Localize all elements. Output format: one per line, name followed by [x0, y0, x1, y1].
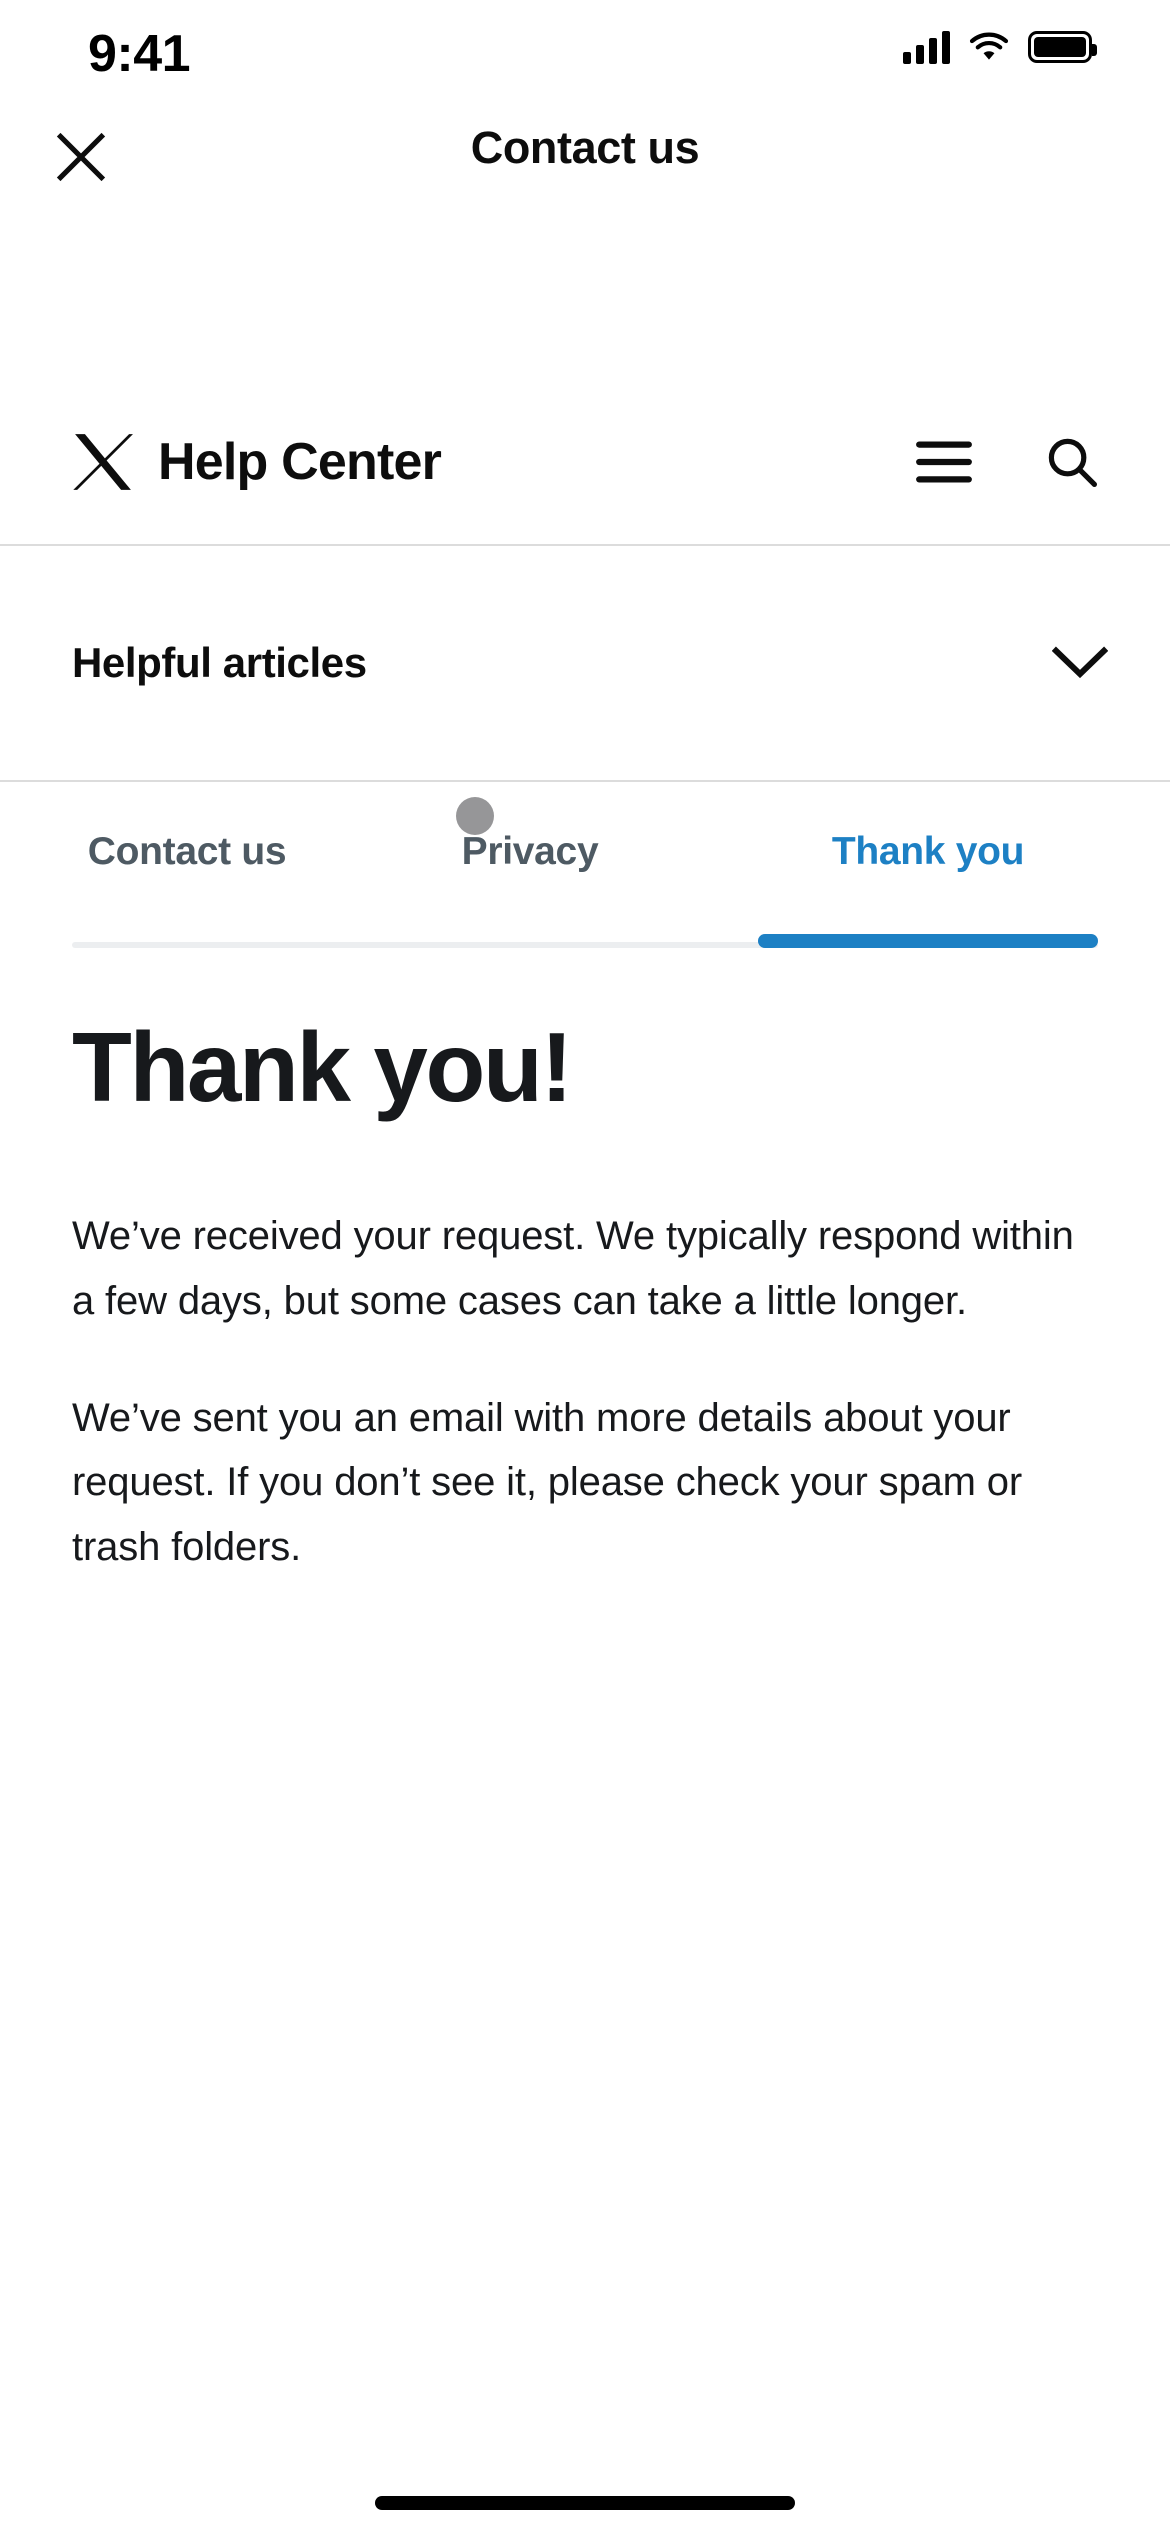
status-bar-indicators [903, 30, 1097, 64]
help-center-title: Help Center [158, 433, 442, 491]
home-indicator-bar[interactable] [375, 2496, 795, 2510]
x-logo-icon[interactable] [72, 431, 134, 493]
tab-privacy[interactable]: Privacy [415, 782, 645, 948]
tab-thank-you[interactable]: Thank you [758, 782, 1098, 948]
touch-point-indicator [456, 797, 494, 835]
tab-bar: Contact us Privacy Thank you [0, 782, 1170, 948]
helpful-articles-label: Helpful articles [72, 639, 367, 686]
cellular-signal-icon [903, 30, 950, 64]
tab-contact-us-label: Contact us [87, 830, 287, 873]
helpful-articles-accordion[interactable]: Helpful articles [0, 546, 1170, 782]
tab-thank-you-label: Thank you [831, 830, 1025, 873]
page-title: Contact us [470, 122, 700, 173]
hamburger-menu-icon[interactable] [916, 440, 972, 484]
tab-contact-us[interactable]: Contact us [72, 782, 302, 948]
nav-bar: Contact us [0, 100, 1170, 210]
tab-privacy-label: Privacy [461, 830, 599, 873]
thank-you-heading: Thank you! [72, 1012, 573, 1122]
search-icon[interactable] [1046, 436, 1098, 488]
phone-screen: 9:41 Contact us Help Center Helpful arti… [0, 0, 1170, 2532]
body-paragraph-2: We’ve sent you an email with more detail… [72, 1395, 1023, 1570]
tab-active-underline [758, 934, 1098, 948]
help-center-header: Help Center [0, 380, 1170, 546]
status-bar: 9:41 [0, 0, 1170, 100]
main-content: Thank you! We’ve received your request. … [0, 948, 1170, 1580]
status-bar-time: 9:41 [88, 25, 191, 83]
chevron-down-icon[interactable] [1052, 646, 1108, 680]
wifi-icon [969, 32, 1009, 60]
battery-full-icon [1028, 31, 1097, 63]
header-actions [916, 436, 1098, 488]
body-paragraph-1: We’ve received your request. We typicall… [72, 1214, 1074, 1323]
